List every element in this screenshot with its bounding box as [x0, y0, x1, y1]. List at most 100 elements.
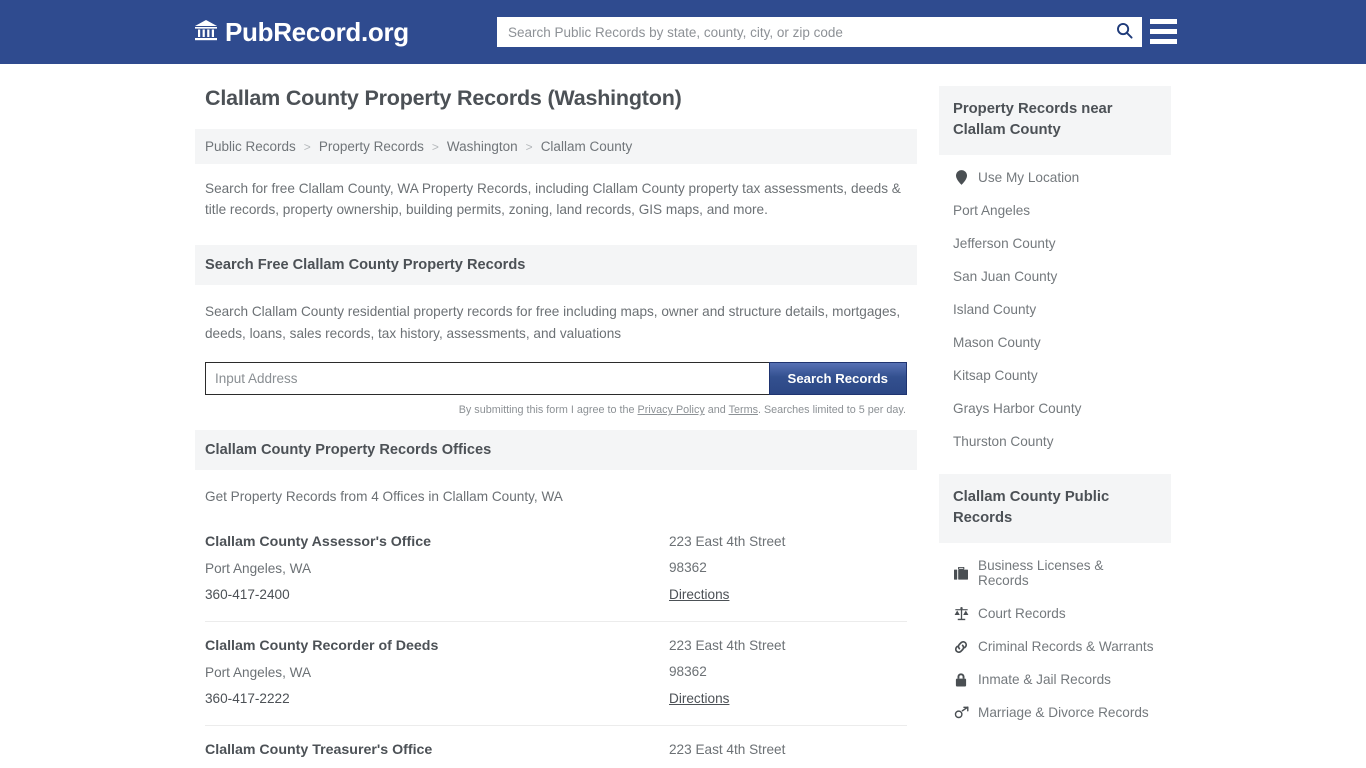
link-icon [953, 640, 969, 654]
office-address: 223 East 4th Street 98362 Directions [669, 638, 907, 708]
page-body: Clallam County Property Records (Washing… [0, 64, 1366, 768]
sidebar-item-label: Court Records [978, 606, 1066, 621]
address-input[interactable] [205, 362, 769, 396]
header-search-button[interactable] [1107, 18, 1141, 46]
sidebar-item-use-my-location[interactable]: Use My Location [939, 161, 1171, 194]
table-row: Clallam County Assessor's Office Port An… [205, 518, 907, 623]
office-city-state: Port Angeles, WA [205, 665, 312, 681]
breadcrumb: Public Records > Property Records > Wash… [195, 129, 917, 164]
hamburger-menu-icon[interactable] [1150, 19, 1177, 44]
sidebar-item-label: Thurston County [953, 434, 1054, 449]
office-phone[interactable]: 360-417-2222 [205, 691, 669, 706]
office-phone[interactable]: 360-417-2400 [205, 587, 669, 602]
address-search-form: Search Records [205, 362, 907, 396]
office-name: Clallam County Recorder of Deeds [205, 638, 439, 655]
site-logo[interactable]: PubRecord.org [194, 17, 409, 48]
breadcrumb-item-public-records[interactable]: Public Records [205, 139, 296, 154]
sidebar-item-port-angeles[interactable]: Port Angeles [939, 194, 1171, 227]
sidebar-nearby-heading: Property Records near Clallam County [939, 86, 1171, 155]
breadcrumb-item-property-records[interactable]: Property Records [319, 139, 424, 154]
sidebar-item-label: Jefferson County [953, 236, 1056, 251]
office-street: 223 East 4th Street [669, 638, 786, 654]
sidebar-item-label: Business Licenses & Records [978, 558, 1104, 588]
office-address: 223 East 4th Street 98362 Directions [669, 534, 907, 604]
sidebar-item-inmate-jail-records[interactable]: Inmate & Jail Records [939, 663, 1171, 696]
search-section-body: Search Clallam County residential proper… [195, 285, 917, 416]
office-details: Clallam County Treasurer's Office Port A… [205, 742, 669, 768]
sidebar: Property Records near Clallam County Use… [939, 86, 1171, 768]
sidebar-nearby-list: Use My Location Port Angeles Jefferson C… [939, 155, 1171, 458]
content-container: Clallam County Property Records (Washing… [195, 64, 1171, 768]
office-zip: 98362 [669, 560, 707, 576]
search-icon [1116, 22, 1133, 42]
office-address: 223 East 4th Street 98362 Directions [669, 742, 907, 768]
page-intro-text: Search for free Clallam County, WA Prope… [205, 181, 901, 218]
sidebar-item-grays-harbor-county[interactable]: Grays Harbor County [939, 392, 1171, 425]
briefcase-icon [953, 566, 969, 580]
office-zip: 98362 [669, 664, 707, 680]
sidebar-item-san-juan-county[interactable]: San Juan County [939, 260, 1171, 293]
offices-section-heading: Clallam County Property Records Offices [195, 430, 917, 471]
main-column: Clallam County Property Records (Washing… [195, 86, 917, 768]
office-city-state: Port Angeles, WA [205, 561, 312, 577]
sidebar-public-records-list: Business Licenses & Records Court Record… [939, 543, 1171, 729]
search-records-button[interactable]: Search Records [768, 362, 907, 396]
sidebar-public-records-heading: Clallam County Public Records [939, 474, 1171, 543]
header-search-input[interactable] [498, 18, 1107, 46]
office-name: Clallam County Assessor's Office [205, 534, 431, 551]
bank-icon [194, 19, 218, 46]
office-name: Clallam County Treasurer's Office [205, 742, 433, 759]
header-search-bar[interactable] [497, 17, 1142, 47]
sidebar-item-jefferson-county[interactable]: Jefferson County [939, 227, 1171, 260]
sidebar-item-thurston-county[interactable]: Thurston County [939, 425, 1171, 458]
sidebar-item-kitsap-county[interactable]: Kitsap County [939, 359, 1171, 392]
sidebar-item-label: Criminal Records & Warrants [978, 639, 1154, 654]
map-pin-icon [953, 170, 969, 185]
breadcrumb-item-washington[interactable]: Washington [447, 139, 518, 154]
sidebar-item-label: Mason County [953, 335, 1041, 350]
office-details: Clallam County Assessor's Office Port An… [205, 534, 669, 604]
sidebar-item-label: San Juan County [953, 269, 1058, 284]
office-street: 223 East 4th Street [669, 534, 786, 550]
search-section-description: Search Clallam County residential proper… [205, 303, 901, 341]
terms-link[interactable]: Terms [729, 404, 758, 416]
breadcrumb-separator: > [525, 139, 533, 154]
sidebar-item-marriage-divorce-records[interactable]: Marriage & Divorce Records [939, 696, 1171, 729]
sidebar-item-criminal-records[interactable]: Criminal Records & Warrants [939, 630, 1171, 663]
sidebar-item-label: Port Angeles [953, 203, 1031, 218]
breadcrumb-item-clallam-county[interactable]: Clallam County [541, 139, 633, 154]
site-header: PubRecord.org [0, 0, 1366, 64]
table-row: Clallam County Treasurer's Office Port A… [205, 726, 907, 768]
search-section-heading: Search Free Clallam County Property Reco… [195, 244, 917, 285]
page-title: Clallam County Property Records (Washing… [205, 86, 682, 110]
privacy-policy-link[interactable]: Privacy Policy [638, 404, 705, 416]
sidebar-item-label: Use My Location [978, 170, 1080, 185]
office-directions-link[interactable]: Directions [669, 691, 729, 706]
site-logo-text: PubRecord.org [225, 16, 409, 47]
offices-section-description: Get Property Records from 4 Offices in C… [205, 489, 563, 505]
office-street: 223 East 4th Street [669, 742, 786, 758]
office-details: Clallam County Recorder of Deeds Port An… [205, 638, 669, 708]
form-disclaimer: By submitting this form I agree to the P… [205, 395, 907, 416]
lock-icon [953, 672, 969, 687]
offices-section-body: Get Property Records from 4 Offices in C… [195, 470, 917, 768]
sidebar-item-label: Kitsap County [953, 368, 1038, 383]
disclaimer-prefix: By submitting this form I agree to the [458, 404, 638, 417]
table-row: Clallam County Recorder of Deeds Port An… [205, 622, 907, 727]
breadcrumb-separator: > [303, 139, 311, 154]
sidebar-item-business-licenses[interactable]: Business Licenses & Records [939, 549, 1171, 597]
disclaimer-conjunction: and [704, 404, 729, 417]
sidebar-public-records-block: Clallam County Public Records Business L… [939, 474, 1171, 729]
sidebar-item-label: Inmate & Jail Records [978, 672, 1111, 687]
sidebar-item-mason-county[interactable]: Mason County [939, 326, 1171, 359]
sidebar-item-court-records[interactable]: Court Records [939, 597, 1171, 630]
scales-icon [953, 606, 969, 621]
office-directions-link[interactable]: Directions [669, 587, 729, 602]
sidebar-item-label: Marriage & Divorce Records [978, 705, 1149, 720]
sidebar-item-island-county[interactable]: Island County [939, 293, 1171, 326]
disclaimer-suffix: . Searches limited to 5 per day. [757, 404, 906, 417]
venus-mars-icon [953, 706, 969, 720]
sidebar-item-label: Island County [953, 302, 1037, 317]
sidebar-item-label: Grays Harbor County [953, 401, 1082, 416]
breadcrumb-separator: > [431, 139, 439, 154]
